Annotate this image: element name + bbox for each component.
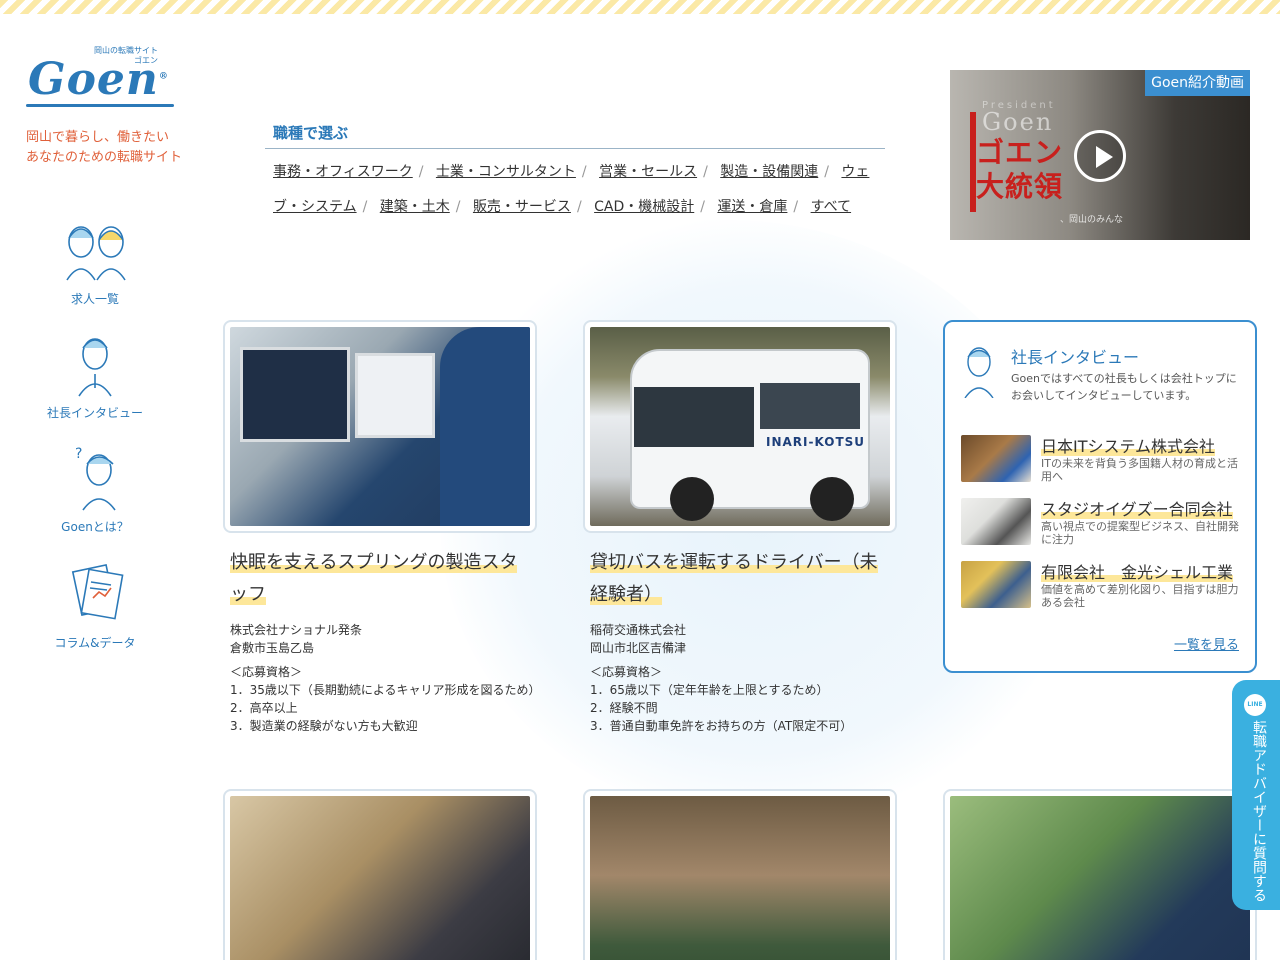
req-item: 1．65歳以下（定年年齢を上限とするため）	[590, 683, 829, 697]
category-link-construction[interactable]: 建築・土木	[380, 199, 450, 215]
interview-summary: ITの未来を背負う多国籍人材の育成と活用へ	[1041, 457, 1238, 483]
job-company-info: 株式会社ナショナル発条 倉敷市玉島乙島	[223, 621, 537, 657]
interview-thumbnail	[961, 561, 1031, 608]
side-nav-label: コラム&データ	[54, 636, 136, 650]
req-item: 2．高卒以上	[230, 701, 298, 715]
req-item: 3．普通自動車免許をお持ちの方（AT限定不可）	[590, 719, 853, 733]
interview-item[interactable]: スタジオイグズー合同会社 高い視点での提案型ビジネス、自社開発に注力	[961, 498, 1245, 546]
job-location: 岡山市北区吉備津	[590, 641, 687, 655]
job-location: 倉敷市玉島乙島	[230, 641, 315, 655]
interview-thumbnail	[961, 435, 1031, 482]
document-chart-icon	[71, 563, 124, 620]
interview-item[interactable]: 日本ITシステム株式会社 ITの未来を背負う多国籍人材の育成と活用へ	[961, 435, 1245, 483]
req-item: 2．経験不問	[590, 701, 658, 715]
interview-title: 社長インタビュー	[1011, 348, 1140, 367]
interview-company-name: 日本ITシステム株式会社	[1041, 437, 1216, 456]
line-icon: LINE	[1244, 694, 1266, 716]
line-advisor-label: 転職アドバイザーに質問する	[1251, 720, 1267, 902]
category-link-manufacturing[interactable]: 製造・設備関連	[720, 164, 818, 180]
side-nav-label: Goenとは？	[61, 520, 129, 534]
side-nav-label: 求人一覧	[70, 292, 119, 306]
line-advisor-tab[interactable]: LINE 転職アドバイザーに質問する	[1232, 680, 1280, 910]
job-card[interactable]	[943, 789, 1257, 960]
president-icon	[78, 338, 112, 397]
job-image	[230, 327, 530, 526]
intro-video[interactable]: President Goen ゴエン大統領 、岡山のみんな Goen紹介動画	[950, 70, 1250, 240]
side-nav-column-data[interactable]: コラム&データ	[30, 558, 160, 651]
job-card[interactable]	[583, 789, 897, 960]
req-heading: ＜応募資格＞	[590, 665, 663, 679]
job-title[interactable]: 貸切バスを運転するドライバー（未経験者）	[583, 547, 883, 611]
video-title-text: ゴエン大統領	[976, 136, 1064, 203]
interview-description: Goenではすべての社長もしくは会社トップにお会いしてインタビューしています。	[1011, 372, 1237, 402]
category-link-retail[interactable]: 販売・サービス	[473, 199, 571, 215]
interview-company-name: 有限会社 金光シェル工業	[1041, 563, 1234, 582]
req-item: 3．製造業の経験がない方も大歓迎	[230, 719, 418, 733]
question-person-icon: ?	[75, 446, 116, 511]
president-icon	[964, 347, 994, 398]
job-card[interactable]: INARI-KOTSU 貸切バスを運転するドライバー（未経験者） 稲荷交通株式会…	[583, 320, 897, 735]
job-image	[230, 796, 530, 960]
job-requirements: ＜応募資格＞ 1．35歳以下（長期勤続によるキャリア形成を図るため） 2．高卒以…	[223, 663, 541, 735]
job-image	[950, 796, 1250, 960]
logo-swoosh	[26, 104, 174, 107]
video-ghost-text: Goen	[982, 108, 1054, 136]
category-links: 事務・オフィスワーク / 士業・コンサルタント / 営業・セールス / 製造・設備関連…	[273, 164, 870, 215]
job-image	[590, 796, 890, 960]
video-caption: 、岡山のみんな	[1060, 215, 1124, 225]
category-link-office[interactable]: 事務・オフィスワーク	[273, 164, 413, 180]
job-photo[interactable]	[223, 320, 537, 533]
interview-item[interactable]: 有限会社 金光シェル工業 価値を高めて差別化図り、目指すは胆力ある会社	[961, 561, 1245, 609]
category-link-all[interactable]: すべて	[811, 199, 851, 215]
category-link-consultant[interactable]: 士業・コンサルタント	[436, 164, 576, 180]
req-heading: ＜応募資格＞	[230, 665, 303, 679]
category-link-sales[interactable]: 営業・セールス	[599, 164, 697, 180]
svg-text:?: ?	[75, 446, 82, 462]
job-title[interactable]: 快眠を支えるスプリングの製造スタッフ	[223, 547, 523, 611]
job-card[interactable]: 快眠を支えるスプリングの製造スタッフ 株式会社ナショナル発条 倉敷市玉島乙島 ＜…	[223, 320, 541, 735]
logo-wordmark: Goen®	[28, 54, 169, 105]
req-item: 1．35歳以下（長期勤続によるキャリア形成を図るため）	[230, 683, 541, 697]
job-photo[interactable]	[583, 789, 897, 960]
couple-icon	[66, 226, 126, 281]
job-requirements: ＜応募資格＞ 1．65歳以下（定年年齢を上限とするため） 2．経験不問 3．普通…	[583, 663, 897, 735]
side-nav-job-list[interactable]: 求人一覧	[30, 214, 160, 307]
interview-company-name: スタジオイグズー合同会社	[1041, 500, 1233, 519]
category-link-cad[interactable]: CAD・機械設計	[594, 199, 694, 215]
video-badge: Goen紹介動画	[1145, 70, 1250, 96]
job-image: INARI-KOTSU	[590, 327, 890, 526]
top-stripe-decoration	[0, 0, 1280, 14]
job-company-info: 稲荷交通株式会社 岡山市北区吉備津	[583, 621, 897, 657]
interview-summary: 価値を高めて差別化図り、目指すは胆力ある会社	[1041, 583, 1239, 609]
job-card[interactable]	[223, 789, 537, 960]
site-tagline: 岡山で暮らし、働きたい あなたのための転職サイト	[26, 130, 183, 165]
category-link-transport[interactable]: 運送・倉庫	[717, 199, 787, 215]
side-nav-about-goen[interactable]: ? Goenとは？	[30, 442, 160, 535]
site-logo[interactable]: 岡山の転職サイト ゴエン Goen®	[24, 46, 184, 116]
category-title: 職種で選ぶ	[273, 124, 349, 142]
bus-name-text: INARI-KOTSU	[766, 435, 866, 449]
interview-more-link[interactable]: 一覧を見る	[1174, 634, 1239, 653]
job-photo[interactable]: INARI-KOTSU	[583, 320, 897, 533]
job-company: 稲荷交通株式会社	[590, 623, 687, 637]
side-nav-president-interview[interactable]: 社長インタビュー	[30, 328, 160, 421]
category-divider	[265, 148, 885, 149]
interview-thumbnail	[961, 498, 1031, 545]
president-interview-panel: 社長インタビュー Goenではすべての社長もしくは会社トップにお会いしてインタビ…	[943, 320, 1257, 673]
job-company: 株式会社ナショナル発条	[230, 623, 363, 637]
job-photo[interactable]	[223, 789, 537, 960]
interview-summary: 高い視点での提案型ビジネス、自社開発に注力	[1041, 520, 1239, 546]
side-nav-label: 社長インタビュー	[46, 406, 143, 420]
play-icon[interactable]	[1074, 130, 1126, 182]
job-photo[interactable]	[943, 789, 1257, 960]
